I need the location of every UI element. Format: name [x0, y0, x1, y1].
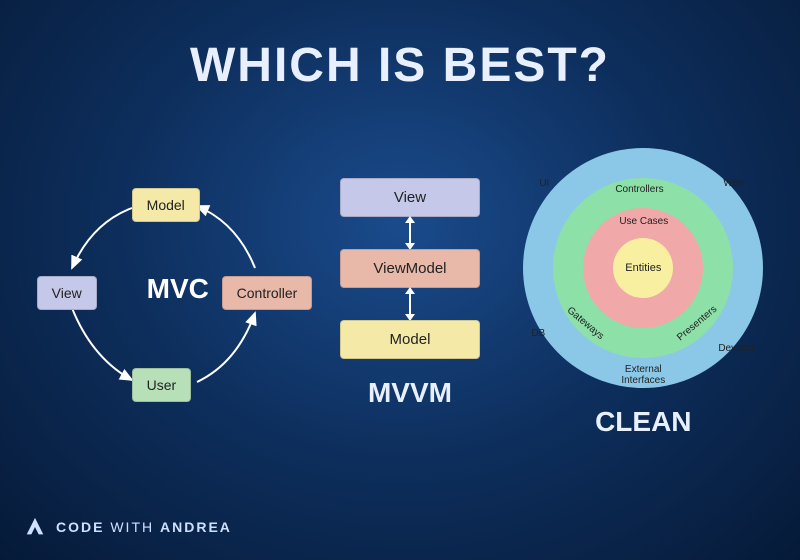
page-title: WHICH IS BEST? — [0, 0, 800, 93]
clean-diagram: Entities Use Cases Controllers Gateways … — [523, 148, 763, 388]
mvvm-viewmodel-box: ViewModel — [340, 249, 480, 288]
clean-web-label: Web — [723, 178, 743, 189]
mvc-view-box: View — [37, 276, 97, 310]
mvvm-view-box: View — [340, 178, 480, 217]
diagram-row: Model View Controller User MVC View View… — [0, 93, 800, 473]
clean-usecases-label: Use Cases — [619, 216, 668, 227]
clean-devices-label: Devices — [718, 343, 754, 354]
mvc-column: Model View Controller User MVC — [37, 168, 297, 418]
mvc-model-box: Model — [132, 188, 200, 222]
clean-external-label: ExternalInterfaces — [621, 364, 665, 386]
mvc-user-box: User — [132, 368, 192, 402]
clean-controllers-label: Controllers — [615, 184, 663, 195]
brand-logo-icon — [24, 516, 46, 538]
mvvm-column: View ViewModel Model MVVM — [330, 178, 490, 409]
mvc-label: MVC — [147, 273, 209, 305]
brand-text: CODE WITH ANDREA — [56, 519, 232, 535]
mvvm-model-box: Model — [340, 320, 480, 359]
clean-db-label: DB — [531, 328, 545, 339]
clean-ring-entities: Entities — [613, 238, 673, 298]
clean-ui-label: UI — [539, 178, 549, 189]
mvc-controller-box: Controller — [222, 276, 313, 310]
clean-label: CLEAN — [595, 406, 691, 438]
double-arrow-icon — [409, 292, 411, 316]
mvvm-diagram: View ViewModel Model — [330, 178, 490, 359]
mvc-diagram: Model View Controller User MVC — [37, 168, 297, 418]
double-arrow-icon — [409, 221, 411, 245]
clean-column: Entities Use Cases Controllers Gateways … — [523, 148, 763, 438]
brand-footer: CODE WITH ANDREA — [24, 516, 232, 538]
mvvm-label: MVVM — [368, 377, 452, 409]
